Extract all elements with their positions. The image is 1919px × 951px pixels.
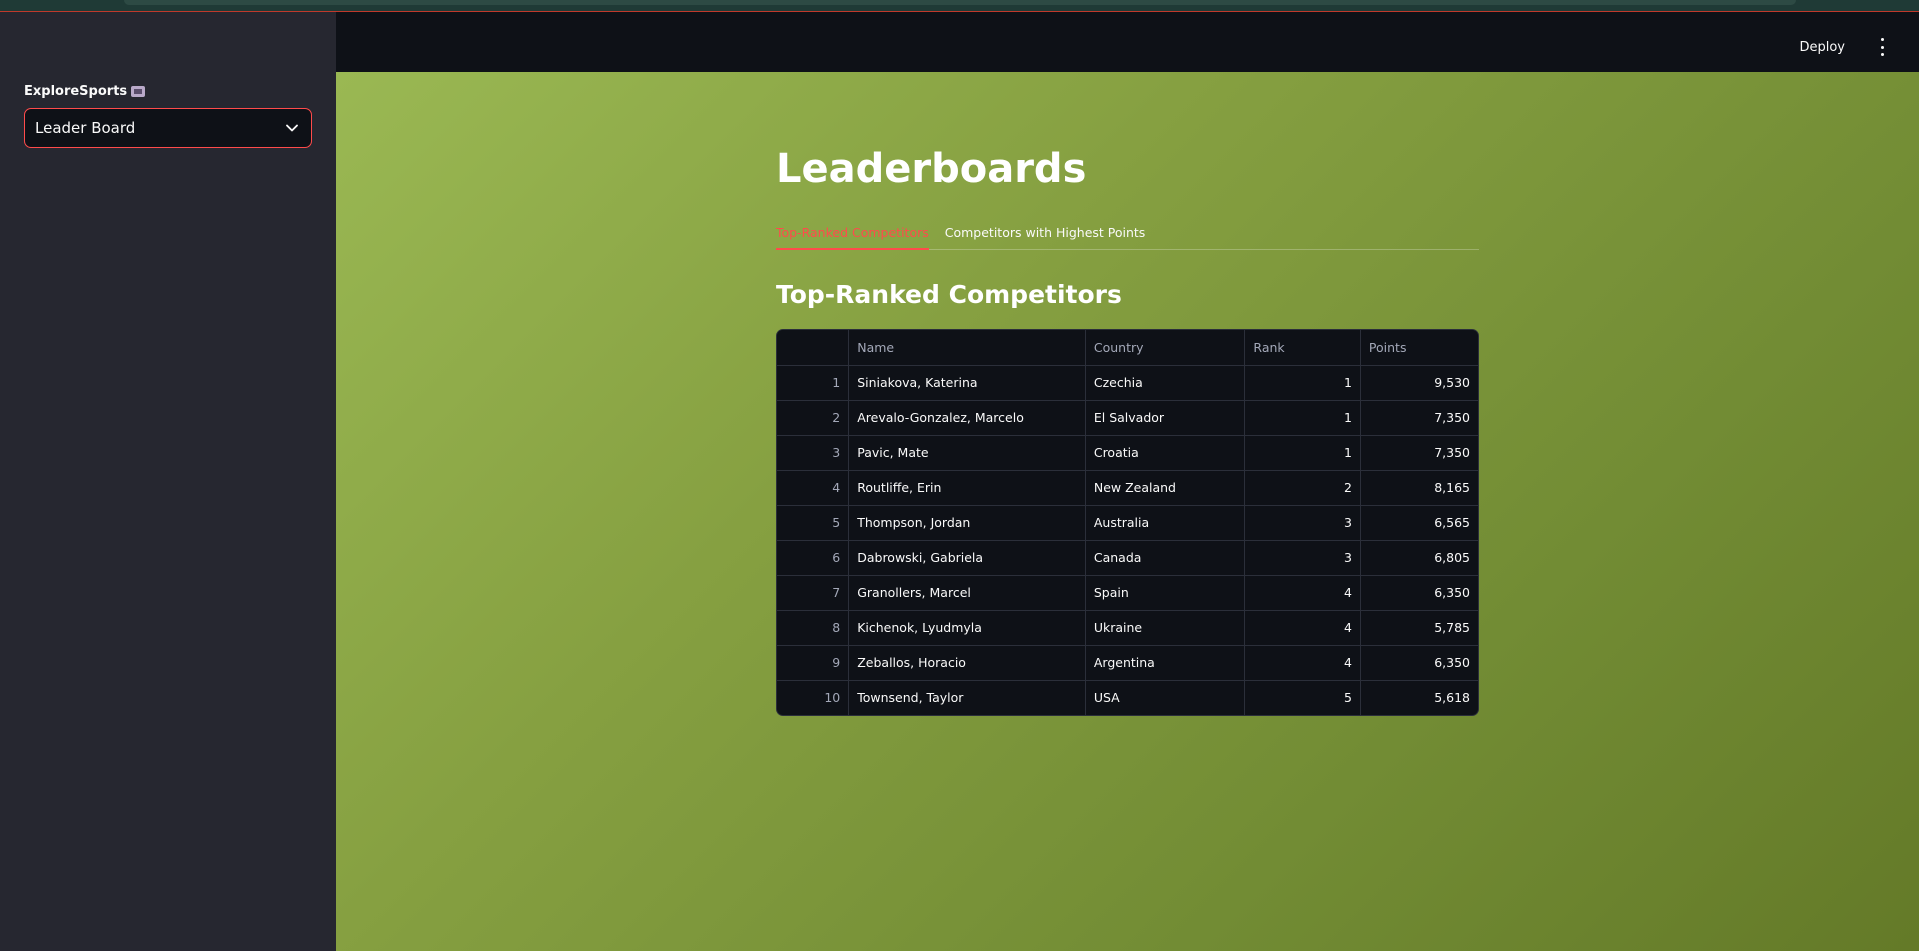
kebab-menu-icon[interactable]	[1877, 38, 1887, 56]
page-select-value: Leader Board	[35, 119, 136, 137]
cell-name[interactable]: Granollers, Marcel	[848, 575, 1086, 611]
table-row[interactable]: 1 Siniakova, Katerina Czechia 1 9,530	[777, 365, 1478, 401]
emoji-icon	[131, 86, 146, 97]
column-header-country[interactable]: Country	[1085, 330, 1246, 366]
cell-name[interactable]: Dabrowski, Gabriela	[848, 540, 1086, 576]
row-index: 10	[777, 680, 850, 715]
tab-highest-points[interactable]: Competitors with Highest Points	[945, 224, 1146, 250]
table-row[interactable]: 6 Dabrowski, Gabriela Canada 3 6,805	[777, 540, 1478, 576]
cell-name[interactable]: Thompson, Jordan	[848, 505, 1086, 541]
table-row[interactable]: 5 Thompson, Jordan Australia 3 6,565	[777, 505, 1478, 541]
browser-address-bar	[124, 0, 1796, 5]
cell-points[interactable]: 6,565	[1360, 505, 1478, 541]
cell-rank[interactable]: 2	[1244, 470, 1361, 506]
cell-points[interactable]: 6,350	[1360, 575, 1478, 611]
cell-country[interactable]: Ukraine	[1085, 610, 1246, 646]
table-row[interactable]: 10 Townsend, Taylor USA 5 5,618	[777, 680, 1478, 715]
cell-country[interactable]: New Zealand	[1085, 470, 1246, 506]
table-row[interactable]: 4 Routliffe, Erin New Zealand 2 8,165	[777, 470, 1478, 506]
cell-rank[interactable]: 5	[1244, 680, 1361, 715]
tab-bar: Top-Ranked Competitors Competitors with …	[776, 224, 1479, 250]
cell-country[interactable]: Czechia	[1085, 365, 1246, 401]
cell-country[interactable]: USA	[1085, 680, 1246, 715]
row-index: 5	[777, 505, 850, 541]
cell-name[interactable]: Arevalo-Gonzalez, Marcelo	[848, 400, 1086, 436]
table-row[interactable]: 8 Kichenok, Lyudmyla Ukraine 4 5,785	[777, 610, 1478, 646]
leaderboard-table[interactable]: Name Country Rank Points 1 Siniakova, Kat…	[776, 329, 1479, 716]
cell-points[interactable]: 7,350	[1360, 435, 1478, 471]
main-content: Leaderboards Top-Ranked Competitors Comp…	[336, 72, 1919, 951]
table-row[interactable]: 9 Zeballos, Horacio Argentina 4 6,350	[777, 645, 1478, 681]
column-header-index	[777, 330, 850, 366]
cell-country[interactable]: Canada	[1085, 540, 1246, 576]
tab-top-ranked[interactable]: Top-Ranked Competitors	[776, 224, 929, 250]
cell-name[interactable]: Kichenok, Lyudmyla	[848, 610, 1086, 646]
deploy-button[interactable]: Deploy	[1799, 40, 1845, 55]
column-header-name[interactable]: Name	[848, 330, 1086, 366]
browser-top-strip	[0, 0, 1919, 12]
cell-rank[interactable]: 1	[1244, 400, 1361, 436]
row-index: 3	[777, 435, 850, 471]
cell-name[interactable]: Pavic, Mate	[848, 435, 1086, 471]
row-index: 4	[777, 470, 850, 506]
table-row[interactable]: 3 Pavic, Mate Croatia 1 7,350	[777, 435, 1478, 471]
cell-country[interactable]: Croatia	[1085, 435, 1246, 471]
cell-name[interactable]: Routliffe, Erin	[848, 470, 1086, 506]
row-index: 6	[777, 540, 850, 576]
top-header: Deploy	[336, 12, 1919, 72]
cell-points[interactable]: 8,165	[1360, 470, 1478, 506]
column-header-points[interactable]: Points	[1360, 330, 1478, 366]
row-index: 8	[777, 610, 850, 646]
page-title: Leaderboards	[776, 146, 1087, 192]
sidebar-select-label: ExploreSports	[24, 84, 146, 99]
page-select[interactable]: Leader Board	[24, 108, 312, 148]
cell-rank[interactable]: 1	[1244, 365, 1361, 401]
row-index: 1	[777, 365, 850, 401]
cell-rank[interactable]: 4	[1244, 575, 1361, 611]
cell-points[interactable]: 7,350	[1360, 400, 1478, 436]
cell-rank[interactable]: 3	[1244, 505, 1361, 541]
sidebar	[0, 12, 336, 951]
cell-points[interactable]: 6,350	[1360, 645, 1478, 681]
cell-country[interactable]: El Salvador	[1085, 400, 1246, 436]
sidebar-label-text: ExploreSports	[24, 84, 128, 99]
table-row[interactable]: 7 Granollers, Marcel Spain 4 6,350	[777, 575, 1478, 611]
cell-country[interactable]: Argentina	[1085, 645, 1246, 681]
cell-points[interactable]: 5,618	[1360, 680, 1478, 715]
row-index: 9	[777, 645, 850, 681]
cell-points[interactable]: 5,785	[1360, 610, 1478, 646]
cell-points[interactable]: 6,805	[1360, 540, 1478, 576]
column-header-rank[interactable]: Rank	[1244, 330, 1361, 366]
table-row[interactable]: 2 Arevalo-Gonzalez, Marcelo El Salvador 1 7,…	[777, 400, 1478, 436]
cell-name[interactable]: Siniakova, Katerina	[848, 365, 1086, 401]
row-index: 7	[777, 575, 850, 611]
row-index: 2	[777, 400, 850, 436]
chevron-down-icon	[285, 121, 299, 135]
cell-points[interactable]: 9,530	[1360, 365, 1478, 401]
table-header-row: Name Country Rank Points	[777, 330, 1478, 366]
cell-rank[interactable]: 1	[1244, 435, 1361, 471]
section-title: Top-Ranked Competitors	[776, 280, 1122, 309]
cell-name[interactable]: Townsend, Taylor	[848, 680, 1086, 715]
cell-country[interactable]: Spain	[1085, 575, 1246, 611]
cell-country[interactable]: Australia	[1085, 505, 1246, 541]
cell-name[interactable]: Zeballos, Horacio	[848, 645, 1086, 681]
cell-rank[interactable]: 4	[1244, 610, 1361, 646]
cell-rank[interactable]: 3	[1244, 540, 1361, 576]
cell-rank[interactable]: 4	[1244, 645, 1361, 681]
